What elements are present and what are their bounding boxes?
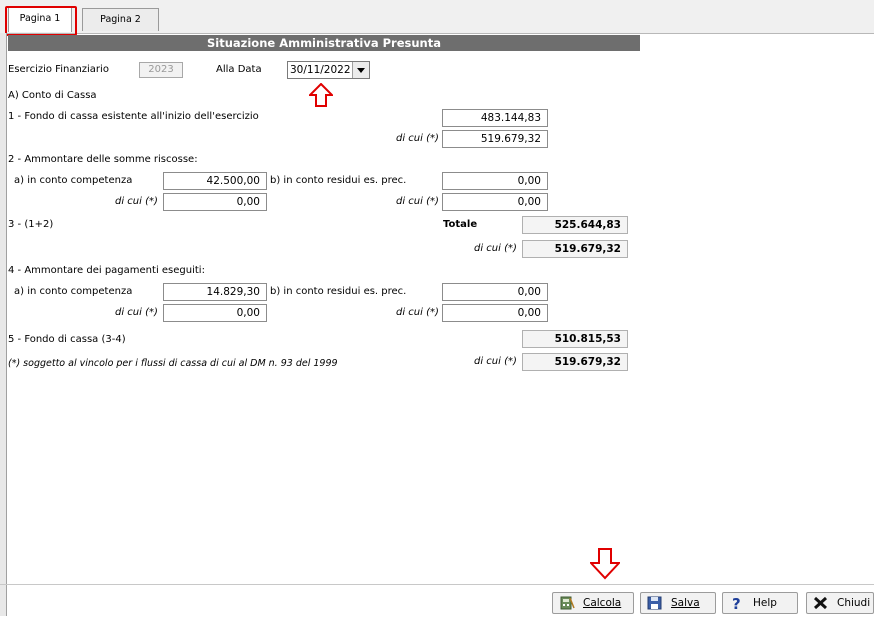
row4-a-label: a) in conto competenza: [14, 286, 133, 297]
row4-b-label: b) in conto residui es. prec.: [270, 286, 407, 297]
chiudi-button[interactable]: Chiudi: [806, 592, 874, 614]
row1-value-field[interactable]: 483.144,83: [442, 109, 548, 127]
calculator-icon: [559, 596, 575, 610]
row2-b-dicui-field[interactable]: 0,00: [442, 193, 548, 211]
dropdown-arrow-icon[interactable]: [352, 62, 369, 78]
row4-a-dicui-label: di cui (*): [115, 307, 158, 318]
section-a-heading: A) Conto di Cassa: [8, 90, 97, 101]
page-title: Situazione Amministrativa Presunta: [8, 35, 640, 51]
save-icon: [647, 596, 663, 610]
row4-a-dicui-field[interactable]: 0,00: [163, 304, 267, 322]
row1-label: 1 - Fondo di cassa esistente all'inizio …: [8, 111, 259, 122]
footer-divider: [0, 584, 874, 585]
vincolo-note: (*) soggetto al vincolo per i flussi di …: [8, 358, 338, 369]
row2-b-label: b) in conto residui es. prec.: [270, 175, 407, 186]
salva-label: Salva: [671, 597, 700, 609]
row5-label: 5 - Fondo di cassa (3-4): [8, 334, 126, 345]
date-value[interactable]: 30/11/2022: [290, 62, 351, 78]
esercizio-label: Esercizio Finanziario: [8, 64, 109, 75]
chiudi-label: Chiudi: [837, 597, 871, 609]
annotation-arrow-icon: [309, 83, 333, 107]
row4-b-dicui-label: di cui (*): [396, 307, 439, 318]
date-picker[interactable]: 30/11/2022: [287, 61, 370, 79]
help-button[interactable]: ? Help: [722, 592, 798, 614]
annotation-arrow-icon: [590, 548, 620, 580]
row2-a-dicui-field[interactable]: 0,00: [163, 193, 267, 211]
tab-pagina-1[interactable]: Pagina 1: [8, 7, 72, 32]
row5-dicui-field: 519.679,32: [522, 353, 628, 371]
row1-dicui-field[interactable]: 519.679,32: [442, 130, 548, 148]
row4-b-field[interactable]: 0,00: [442, 283, 548, 301]
row3-totale-label: Totale: [443, 219, 478, 230]
row2-a-field[interactable]: 42.500,00: [163, 172, 267, 190]
tab-strip: Pagina 1 Pagina 2: [0, 0, 874, 34]
row3-dicui-label: di cui (*): [474, 243, 517, 254]
help-label: Help: [753, 597, 777, 609]
row5-dicui-label: di cui (*): [474, 356, 517, 367]
svg-text:?: ?: [732, 596, 741, 610]
row4-b-dicui-field[interactable]: 0,00: [442, 304, 548, 322]
row2-label: 2 - Ammontare delle somme riscosse:: [8, 154, 198, 165]
help-icon: ?: [729, 595, 745, 613]
row1-dicui-label: di cui (*): [396, 133, 439, 144]
salva-button[interactable]: Salva: [640, 592, 716, 614]
row4-a-field[interactable]: 14.829,30: [163, 283, 267, 301]
row2-b-field[interactable]: 0,00: [442, 172, 548, 190]
calcola-button[interactable]: Calcola: [552, 592, 634, 614]
row2-a-dicui-label: di cui (*): [115, 196, 158, 207]
row3-totale-field: 525.644,83: [522, 216, 628, 234]
esercizio-field: 2023: [139, 62, 183, 78]
left-rail: [0, 33, 7, 616]
close-icon: [813, 596, 829, 610]
row2-a-label: a) in conto competenza: [14, 175, 133, 186]
tab-pagina-2[interactable]: Pagina 2: [82, 8, 159, 31]
row3-dicui-field: 519.679,32: [522, 240, 628, 258]
row3-label: 3 - (1+2): [8, 219, 54, 230]
data-label: Alla Data: [216, 64, 262, 75]
row5-value-field: 510.815,53: [522, 330, 628, 348]
row4-label: 4 - Ammontare dei pagamenti eseguiti:: [8, 265, 205, 276]
row2-b-dicui-label: di cui (*): [396, 196, 439, 207]
calcola-label: Calcola: [583, 597, 622, 609]
